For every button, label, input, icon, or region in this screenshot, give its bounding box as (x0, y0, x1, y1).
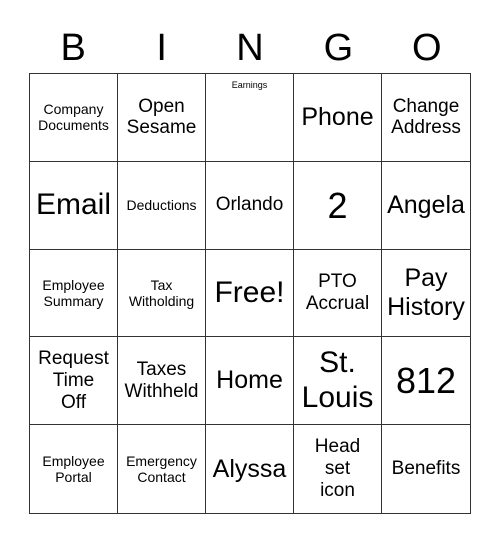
bingo-cell[interactable]: Email (30, 161, 118, 250)
bingo-cell[interactable]: 2 (294, 161, 382, 250)
bingo-header: B I N G O (29, 22, 471, 74)
bingo-cell[interactable]: Emergency Contact (118, 425, 206, 513)
header-letter-o: O (412, 27, 442, 69)
bingo-cell-label: 2 (327, 184, 348, 226)
bingo-cell[interactable]: Benefits (382, 425, 470, 513)
bingo-cell-label: 812 (395, 360, 457, 402)
bingo-cell-label: Open Sesame (126, 95, 197, 139)
bingo-cell[interactable]: Employee Portal (30, 425, 118, 513)
bingo-cell[interactable]: Home (206, 337, 294, 426)
bingo-cell-label: Email (35, 187, 111, 221)
bingo-cell-label: Angela (387, 190, 465, 219)
bingo-cell-label: Free! (214, 275, 285, 309)
bingo-cell[interactable]: Angela (382, 162, 470, 250)
bingo-cell[interactable]: Phone (294, 74, 382, 162)
bingo-cell-label: Employee Portal (42, 453, 105, 486)
bingo-cell[interactable]: Earnings (206, 74, 294, 162)
bingo-cell[interactable]: Open Sesame (118, 74, 206, 162)
bingo-cell-label: St. Louis (301, 346, 374, 414)
bingo-cell[interactable]: PTO Accrual (294, 249, 382, 338)
bingo-cell[interactable]: St. Louis (294, 337, 382, 426)
bingo-cell[interactable]: Change Address (382, 74, 470, 162)
header-letter-g: G (323, 27, 354, 69)
bingo-cell-label: Benefits (391, 458, 461, 480)
header-letter-n: N (236, 27, 264, 69)
bingo-cell[interactable]: Request Time Off (30, 337, 118, 426)
bingo-cell-label: Emergency Contact (126, 453, 197, 486)
bingo-cell-label: Home (216, 366, 283, 395)
bingo-card-grid: Company Documents Open Sesame Earnings Phon… (29, 73, 471, 514)
bingo-cell[interactable]: Orlando (206, 161, 294, 250)
bingo-cell[interactable]: Taxes Withheld (118, 337, 206, 426)
bingo-cell-label: Deductions (126, 197, 197, 214)
bingo-cell-label: Earnings (231, 80, 268, 90)
bingo-cell-label: Company Documents (38, 101, 109, 134)
bingo-cell-label: PTO Accrual (305, 271, 370, 314)
bingo-cell-label: Taxes Withheld (124, 358, 199, 402)
header-letter-i: I (156, 27, 167, 69)
bingo-cell-label: Orlando (215, 194, 284, 216)
bingo-cell[interactable]: Pay History (382, 250, 470, 338)
bingo-cell-label: Head set icon (314, 436, 361, 502)
bingo-cell-label: Alyssa (212, 454, 287, 483)
bingo-cell-label: Phone (301, 103, 374, 132)
bingo-cell[interactable]: Tax Witholding (118, 249, 206, 338)
bingo-cell[interactable]: Head set icon (294, 425, 382, 513)
bingo-cell-label: Change Address (391, 95, 461, 139)
bingo-cell[interactable]: Deductions (118, 161, 206, 250)
bingo-cell-label: Tax Witholding (128, 276, 195, 309)
bingo-cell-label: Employee Summary (42, 276, 105, 309)
bingo-cell[interactable]: Alyssa (206, 425, 294, 513)
bingo-cell-label: Request Time Off (38, 348, 109, 413)
bingo-cell[interactable]: Company Documents (30, 74, 118, 162)
bingo-cell-label: Pay History (387, 264, 465, 321)
bingo-cell[interactable]: 812 (382, 337, 470, 426)
header-letter-b: B (60, 27, 86, 69)
bingo-cell[interactable]: Employee Summary (30, 249, 118, 338)
bingo-cell[interactable]: Free! (206, 249, 294, 338)
